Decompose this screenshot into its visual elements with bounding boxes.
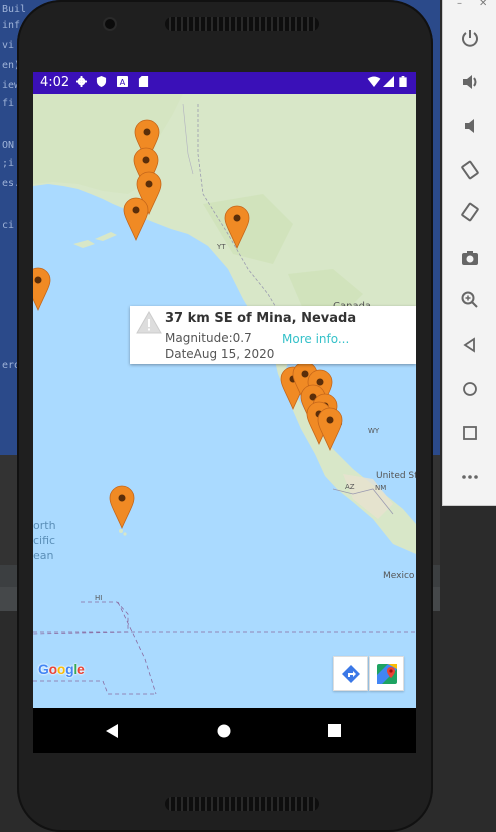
code-line: ci [2,220,15,231]
a-icon: A [117,76,128,87]
back-button[interactable] [443,325,496,365]
top-speaker [165,17,319,31]
map-label-ocean-1: orth [33,519,56,532]
nav-recents-icon[interactable] [328,724,341,737]
google-maps-icon [376,663,397,684]
volume-up-icon [463,75,477,89]
code-line: Buil [2,4,27,15]
google-logo: Google [38,661,85,677]
more-button[interactable] [443,457,496,497]
power-button[interactable] [443,18,496,58]
code-line: fi [2,98,15,109]
gear-icon [76,76,87,87]
open-in-maps-button[interactable] [369,656,404,691]
map-label-yt: YT [216,243,226,251]
directions-icon [341,664,360,683]
rotate-right-button[interactable] [443,192,496,232]
svg-text:A: A [120,77,126,87]
marker-info-window[interactable]: 37 km SE of Mina, Nevada Magnitude:0.7 D… [130,306,416,364]
status-bar: 4:02 A [33,72,416,94]
zoom-button[interactable] [443,280,496,320]
battery-icon [399,76,407,87]
screenshot-button[interactable] [443,238,496,278]
map-view[interactable]: Canada YT BC WY ID United Sta NM AZ Mexi… [33,94,416,708]
volume-down-icon [465,119,474,133]
minimize-icon[interactable]: – [457,0,462,9]
wifi-icon [367,76,381,87]
overview-square-icon [463,426,477,440]
code-line: vi [2,40,15,51]
rotate-right-icon [461,202,479,222]
map-label-az: AZ [345,483,355,491]
back-triangle-icon [463,337,475,353]
home-circle-icon [463,382,477,396]
directions-button[interactable] [333,656,368,691]
close-icon[interactable]: ✕ [479,0,487,9]
nav-home-icon[interactable] [217,724,231,738]
code-line: ON [2,140,15,151]
front-camera [105,19,115,29]
info-title: 37 km SE of Mina, Nevada [165,311,357,326]
nav-back-icon[interactable] [105,723,119,739]
map-label-ocean-2: cific [33,534,55,547]
bottom-speaker [165,797,319,811]
phone-screen: 4:02 A Canada [33,72,416,753]
status-time: 4:02 [40,75,70,90]
signal-icon [383,76,394,87]
info-magnitude: Magnitude:0.7 [165,331,252,345]
rotate-left-button[interactable] [443,150,496,190]
map-label-ocean-3: ean [33,549,54,562]
system-nav-bar [33,708,416,753]
volume-up-button[interactable] [443,62,496,102]
sd-card-icon [138,76,149,87]
map-label-hi: HI [95,594,102,602]
map-label-wy: WY [368,427,380,435]
info-date: DateAug 15, 2020 [165,347,275,361]
warning-icon [136,311,162,334]
code-line: inf [2,20,21,31]
volume-down-button[interactable] [443,106,496,146]
rotate-left-icon [461,160,479,180]
emulator-toolbar: – ✕ [442,0,496,506]
overview-button[interactable] [443,413,496,453]
more-horizontal-icon [462,475,478,479]
code-line: ;i [2,158,15,169]
home-button[interactable] [443,369,496,409]
map-label-nm: NM [375,484,386,492]
power-icon [462,30,478,47]
more-info-link[interactable]: More info... [282,332,349,346]
camera-icon [462,251,478,265]
map-label-united-states: United Sta [376,471,416,481]
map-label-mexico: Mexico [383,571,415,581]
shield-icon [96,76,107,87]
zoom-in-icon [461,291,478,308]
